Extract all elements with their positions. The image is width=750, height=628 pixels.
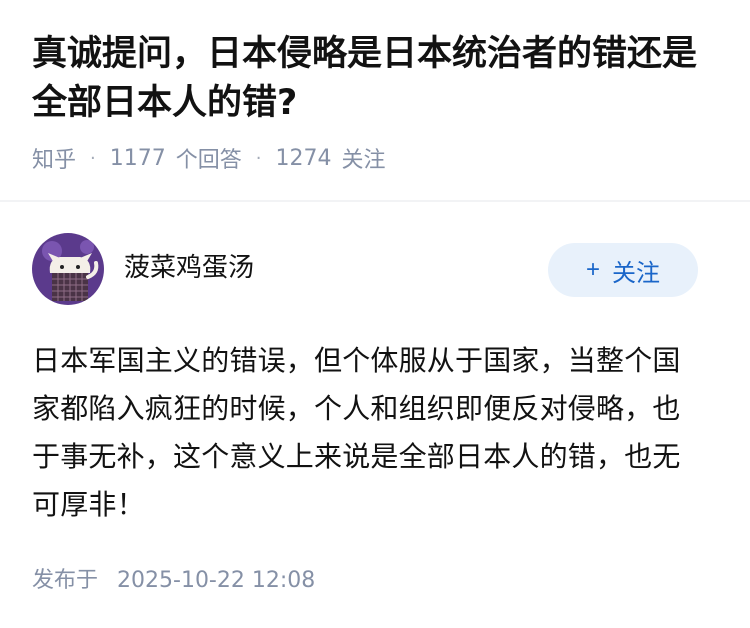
meta-separator: ·: [90, 147, 96, 169]
source-label[interactable]: 知乎: [32, 142, 76, 174]
meta-separator: ·: [255, 147, 262, 169]
zhihu-answer-page: 真诚提问，日本侵略是日本统治者的错还是全部日本人的错? 知乎 · 1177 个回…: [0, 0, 750, 628]
answer-content[interactable]: 日本军国主义的错误，但个体服从于国家，当整个国家都陷入疯狂的时候，个人和组织即便…: [32, 337, 700, 529]
answer-count: 1177: [109, 145, 166, 171]
divider: [0, 200, 750, 202]
answer-card: 菠菜鸡蛋汤 + 关注 日本军国主义的错误，但个体服从于国家，当整个国家都陷入疯狂…: [32, 233, 698, 529]
follow-button-label: 关注: [612, 259, 660, 287]
author-info: 菠菜鸡蛋汤: [32, 233, 254, 305]
question-header: 真诚提问，日本侵略是日本统治者的错还是全部日本人的错? 知乎 · 1177 个回…: [0, 0, 750, 176]
plus-icon: +: [585, 256, 600, 283]
publish-info: 发布于 2025-10-22 12:08: [32, 562, 315, 594]
publish-time: 2025-10-22 12:08: [117, 568, 316, 593]
question-title[interactable]: 真诚提问，日本侵略是日本统治者的错还是全部日本人的错?: [32, 30, 718, 128]
question-meta: 知乎 · 1177 个回答 · 1274 关注: [32, 140, 718, 176]
publish-label: 发布于: [32, 568, 99, 593]
avatar[interactable]: [32, 233, 104, 305]
follow-count: 1274: [275, 145, 332, 171]
answer-count-label: 个回答: [175, 148, 242, 173]
author-name[interactable]: 菠菜鸡蛋汤: [124, 247, 254, 284]
follow-count-label: 关注: [341, 148, 386, 173]
cartoon-cat-avatar-icon: [32, 233, 104, 305]
follow-button[interactable]: + 关注: [548, 243, 698, 297]
author-row: 菠菜鸡蛋汤 + 关注: [32, 233, 698, 305]
